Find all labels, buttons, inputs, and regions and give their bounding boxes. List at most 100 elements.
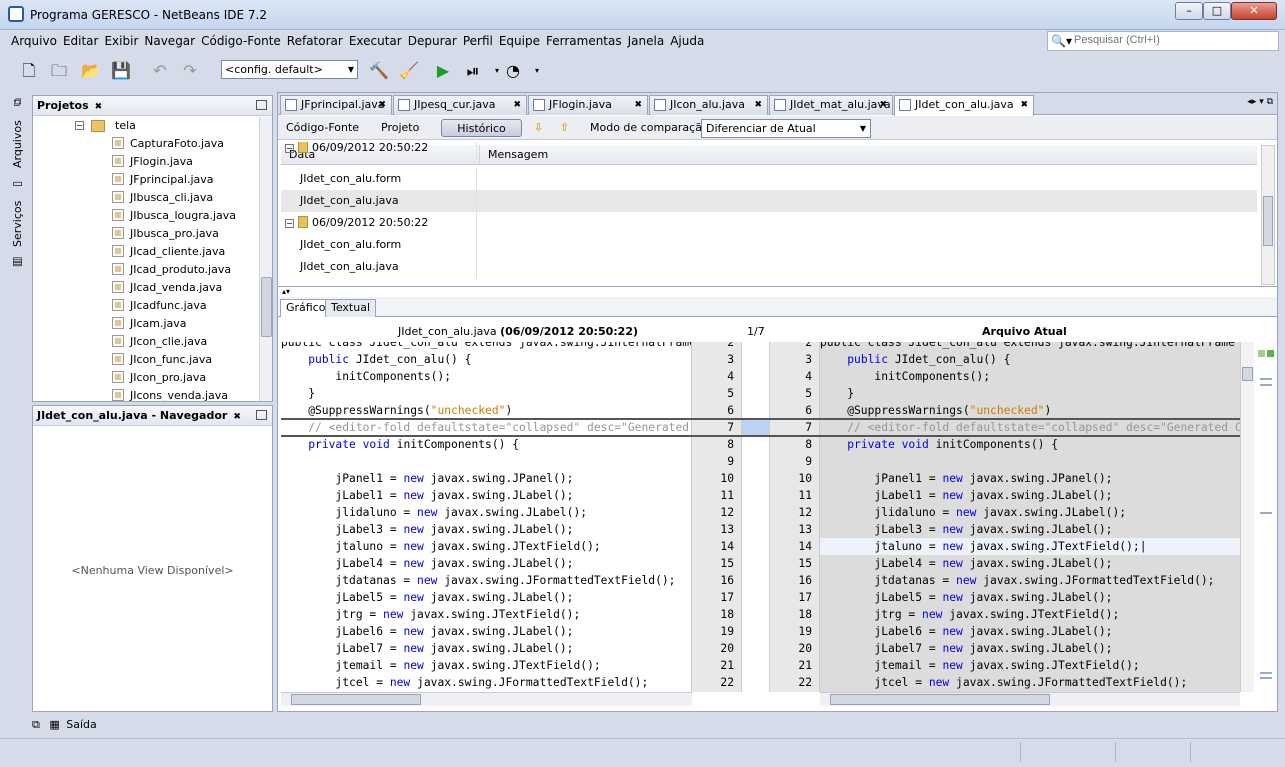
menu-item[interactable]: Janela [625,31,668,51]
history-group-row[interactable]: − 06/09/2012 20:50:22 [281,142,1257,159]
arrow-down-icon[interactable]: ⇩ [528,119,549,137]
output-tab[interactable]: Saída [66,718,97,731]
tree-file[interactable]: JIcam.java [33,315,258,333]
collapse-icon[interactable]: − [285,144,294,153]
close-icon[interactable]: ✖ [233,412,241,422]
tab-editor-file[interactable]: JFprincipal.java ✖ [280,95,392,115]
tree-file[interactable]: JIcon_pro.java [33,369,258,387]
restore-window-icon[interactable]: ⧉ [32,718,40,731]
tab-editor-file[interactable]: JIdet_con_alu.java ✖ [894,95,1034,116]
java-file-icon [112,155,124,167]
tree-folder[interactable]: − tela [33,117,258,135]
tab-files[interactable]: Arquivos [8,114,28,174]
close-icon[interactable]: ✖ [95,102,103,112]
tree-file[interactable]: JIcon_clie.java [33,333,258,351]
clean-build-icon[interactable]: 🧹 [398,60,420,82]
menu-item[interactable]: Refatorar [284,31,346,51]
tree-file[interactable]: JIbusca_pro.java [33,225,258,243]
undo-icon[interactable]: ↶ [149,60,171,82]
compare-mode-select[interactable]: Diferenciar de Atual ▼ [701,119,871,138]
files-icon[interactable]: ▭ [8,176,28,194]
menu-item[interactable]: Navegar [141,31,198,51]
menu-item[interactable]: Perfil [460,31,496,51]
close-icon[interactable]: ✖ [879,96,887,114]
scrollbar[interactable] [1261,145,1275,285]
history-group-row[interactable]: − 06/09/2012 20:50:22 [281,212,1257,234]
menu-item[interactable]: Arquivo [8,31,60,51]
arrow-up-icon[interactable]: ⇧ [554,119,575,137]
config-select[interactable]: <config. default> ▼ [221,60,358,79]
line-number: 14 [798,540,812,553]
close-icon[interactable]: ✖ [378,96,386,114]
diff-left-pane[interactable]: public class JIdet_con_alu extends javax… [281,342,692,692]
splitter-arrows-icon[interactable]: ▴▾ [282,287,290,296]
scrollbar[interactable] [1240,342,1254,692]
minimize-button[interactable]: – [1175,2,1203,20]
save-all-icon[interactable]: 💾 [110,60,132,82]
tree-file[interactable]: CapturaFoto.java [33,135,258,153]
menu-item[interactable]: Equipe [496,31,543,51]
menu-item[interactable]: Exibir [101,31,141,51]
code-token: initComponents(); [281,370,452,383]
menu-item[interactable]: Ajuda [667,31,707,51]
diff-right-pane[interactable]: public class JIdet_con_alu extends javax… [820,342,1240,692]
tab-textual[interactable]: Textual [325,299,377,317]
close-icon[interactable]: ✖ [634,96,642,114]
tree-file[interactable]: JIcad_produto.java [33,261,258,279]
scrollbar[interactable] [820,692,1240,706]
tree-file[interactable]: JIcons_venda.java [33,387,258,401]
tab-services[interactable]: Serviços [8,196,28,252]
search-box[interactable]: 🔍▾ [1047,31,1279,51]
redo-icon[interactable]: ↷ [179,60,201,82]
tree-file[interactable]: JFlogin.java [33,153,258,171]
tab-editor-file[interactable]: JIcon_alu.java ✖ [649,95,768,115]
profile-icon[interactable]: ◔ [502,60,524,82]
tab-source[interactable]: Código-Fonte [280,119,365,137]
close-icon[interactable]: ✖ [754,96,762,114]
tab-navigation-icon[interactable]: ◂▸ ▾ ⧉ [1247,97,1273,107]
minimize-icon[interactable] [256,410,267,420]
maximize-button[interactable]: □ [1203,2,1231,20]
history-file-row[interactable]: JIdet_con_alu.form [281,168,1257,190]
tree-file[interactable]: JIbusca_cli.java [33,189,258,207]
history-file-row[interactable]: JIdet_con_alu.java [281,190,1257,212]
code-token: javax.swing.JLabel(); [423,489,574,502]
menu-item[interactable]: Código-Fonte [198,31,284,51]
collapse-icon[interactable]: − [75,121,84,130]
scrollbar[interactable] [281,692,692,706]
history-file-row[interactable]: JIdet_con_alu.java [281,256,1257,278]
new-file-icon[interactable]: 🗋 [18,60,40,82]
menu-item[interactable]: Executar [346,31,405,51]
search-input[interactable] [1074,34,1274,46]
close-button[interactable]: ✕ [1231,2,1277,20]
new-project-icon[interactable]: 🗀 [48,60,70,82]
menu-item[interactable]: Depurar [405,31,460,51]
tree-file[interactable]: JIcadfunc.java [33,297,258,315]
debug-icon[interactable]: ⏯ [462,60,484,82]
restore-window-icon[interactable]: ⧉ [8,95,28,109]
tab-editor-file[interactable]: JFlogin.java ✖ [528,95,648,115]
menu-item[interactable]: Ferramentas [543,31,625,51]
tab-editor-file[interactable]: JIpesq_cur.java ✖ [393,95,527,115]
history-file-row[interactable]: JIdet_con_alu.form [281,234,1257,256]
tree-file[interactable]: JIcad_venda.java [33,279,258,297]
close-icon[interactable]: ✖ [513,96,521,114]
tree-file[interactable]: JIcad_cliente.java [33,243,258,261]
tab-history[interactable]: Histórico [441,119,522,137]
minimize-icon[interactable] [256,100,267,110]
menu-item[interactable]: Editar [60,31,102,51]
services-icon[interactable]: ▤ [8,254,28,272]
open-project-icon[interactable]: 📂 [80,60,102,82]
tab-editor-file[interactable]: JIdet_mat_alu.java ✖ [769,95,893,115]
scrollbar[interactable] [259,117,272,401]
build-icon[interactable]: 🔨 [368,60,390,82]
tab-graphic[interactable]: Gráfico [280,299,332,317]
tree-file[interactable]: JIcon_func.java [33,351,258,369]
run-icon[interactable]: ▶ [432,60,454,82]
chevron-down-icon[interactable]: ▾ [526,60,548,82]
tab-project[interactable]: Projeto [375,119,425,137]
close-icon[interactable]: ✖ [1020,96,1028,114]
tree-file[interactable]: JFprincipal.java [33,171,258,189]
tree-file[interactable]: JIbusca_lougra.java [33,207,258,225]
collapse-icon[interactable]: − [285,219,294,228]
